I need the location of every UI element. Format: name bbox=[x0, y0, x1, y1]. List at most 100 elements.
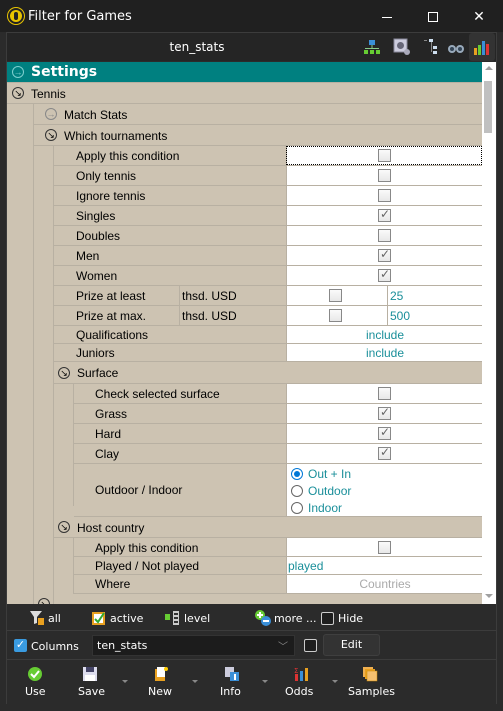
new-document-icon bbox=[155, 667, 168, 681]
maximize-button[interactable] bbox=[410, 0, 456, 32]
group-surface[interactable]: ↘ Surface bbox=[54, 362, 482, 384]
minimize-button[interactable] bbox=[364, 0, 410, 32]
row-played: Played / Not played played bbox=[74, 557, 482, 575]
row-outdoor-indoor: Outdoor / Indoor Out + In Outdoor Indoor bbox=[74, 464, 482, 517]
info-button[interactable]: Info bbox=[217, 661, 247, 704]
odds-button[interactable]: Σ Odds bbox=[285, 661, 319, 704]
row-hard: Hard bbox=[74, 424, 482, 444]
doubles-checkbox[interactable] bbox=[378, 229, 391, 242]
value-cell bbox=[286, 166, 482, 185]
juniors-select[interactable]: include bbox=[286, 344, 482, 361]
row-label: Clay bbox=[95, 447, 120, 461]
columns-option-checkbox[interactable] bbox=[304, 639, 317, 652]
check-selected-surface-checkbox[interactable] bbox=[378, 387, 391, 400]
use-button[interactable]: Use bbox=[21, 661, 51, 704]
value-cell bbox=[286, 538, 482, 556]
prize-at-least-input[interactable]: 25 bbox=[387, 286, 482, 305]
played-select[interactable]: played bbox=[286, 557, 482, 574]
countries-button[interactable]: Countries bbox=[286, 575, 482, 593]
group-host-country[interactable]: ↘ Host country bbox=[54, 517, 482, 538]
radio-outdoor[interactable] bbox=[291, 485, 303, 497]
indent-gutter bbox=[54, 384, 74, 506]
group-tennis[interactable]: ↘ Tennis bbox=[7, 83, 482, 104]
expand-icon: → bbox=[45, 108, 57, 120]
group-partial[interactable]: ↘ bbox=[34, 594, 482, 604]
hide-checkbox[interactable] bbox=[321, 612, 334, 625]
odds-chart-icon: Σ bbox=[294, 667, 308, 681]
row-qualifications: Qualifications include bbox=[54, 326, 482, 344]
columns-dropdown[interactable]: ten_stats ﹀ bbox=[92, 635, 295, 656]
apply-condition-checkbox[interactable] bbox=[378, 149, 391, 162]
group-which-tournaments[interactable]: ↘ Which tournaments bbox=[34, 125, 482, 146]
collapse-icon: ↘ bbox=[58, 521, 70, 533]
only-tennis-checkbox[interactable] bbox=[378, 169, 391, 182]
chevron-down-icon: ﹀ bbox=[278, 642, 288, 653]
app-logo-icon bbox=[8, 8, 24, 24]
odds-dropdown-icon[interactable] bbox=[332, 680, 338, 683]
qualifications-select[interactable]: include bbox=[286, 326, 482, 343]
info-dropdown-icon[interactable] bbox=[262, 680, 268, 683]
edit-button[interactable]: Edit bbox=[323, 634, 380, 656]
settings-panel-icon[interactable] bbox=[393, 38, 411, 56]
ignore-tennis-checkbox[interactable] bbox=[378, 189, 391, 202]
network-icon[interactable] bbox=[363, 38, 381, 56]
value-cell bbox=[286, 246, 482, 265]
button-label: active bbox=[110, 612, 144, 625]
prize-at-least-checkbox[interactable] bbox=[329, 289, 342, 302]
row-label: Outdoor / Indoor bbox=[95, 483, 183, 497]
radio-out-in[interactable] bbox=[291, 468, 303, 480]
svg-text:Σ: Σ bbox=[294, 667, 298, 675]
new-button[interactable]: New bbox=[145, 661, 177, 704]
grass-checkbox[interactable] bbox=[378, 405, 391, 420]
row-label: Qualifications bbox=[76, 328, 149, 342]
group-label: Match Stats bbox=[64, 108, 128, 122]
scroll-up-icon[interactable] bbox=[485, 66, 493, 70]
scroll-down-icon[interactable] bbox=[485, 594, 493, 598]
samples-button[interactable]: Samples bbox=[348, 661, 395, 704]
save-dropdown-icon[interactable] bbox=[122, 680, 128, 683]
columns-label: Columns bbox=[31, 640, 79, 653]
prize-at-max-input[interactable]: 500 bbox=[387, 306, 482, 325]
singles-checkbox[interactable] bbox=[378, 207, 391, 222]
floppy-disk-icon bbox=[83, 667, 97, 681]
title-bar: Filter for Games ✕ bbox=[0, 0, 503, 32]
row-where: Where Countries bbox=[74, 575, 482, 594]
value-cell bbox=[286, 404, 482, 423]
value-cell bbox=[286, 306, 387, 325]
scroll-thumb[interactable] bbox=[484, 81, 492, 133]
row-label: Hard bbox=[95, 427, 122, 441]
button-label: New bbox=[148, 685, 172, 698]
filter-panel: ten_stats → Settings ↘ Tennis → Match St… bbox=[6, 32, 497, 704]
vertical-scrollbar[interactable] bbox=[482, 62, 496, 604]
maximize-icon bbox=[428, 12, 438, 23]
radio-label: Out + In bbox=[308, 467, 352, 481]
clay-checkbox[interactable] bbox=[378, 445, 391, 460]
prize-at-max-checkbox[interactable] bbox=[329, 309, 342, 322]
host-apply-checkbox[interactable] bbox=[378, 541, 391, 554]
save-button[interactable]: Save bbox=[75, 661, 105, 704]
tree-icon[interactable] bbox=[423, 38, 441, 56]
section-settings[interactable]: → Settings bbox=[7, 62, 482, 83]
indent-gutter bbox=[34, 146, 54, 604]
row-label: Grass bbox=[95, 407, 128, 421]
binoculars-icon[interactable] bbox=[447, 38, 465, 56]
prize-value: 25 bbox=[390, 289, 404, 303]
group-label: Which tournaments bbox=[64, 129, 168, 143]
indent-gutter bbox=[54, 538, 74, 594]
men-checkbox[interactable] bbox=[378, 247, 391, 262]
close-button[interactable]: ✕ bbox=[456, 0, 502, 32]
group-match-stats[interactable]: → Match Stats bbox=[34, 104, 482, 125]
women-checkbox[interactable] bbox=[378, 267, 391, 282]
columns-checkbox[interactable]: ✓ bbox=[14, 639, 27, 652]
row-clay: Clay bbox=[74, 444, 482, 464]
group-label: Tennis bbox=[31, 87, 66, 101]
row-apply-condition: Apply this condition bbox=[54, 146, 482, 166]
chart-view-button[interactable] bbox=[469, 33, 495, 61]
row-grass: Grass bbox=[74, 404, 482, 424]
new-dropdown-icon[interactable] bbox=[192, 680, 198, 683]
button-label: Samples bbox=[348, 685, 395, 698]
row-women: Women bbox=[54, 266, 482, 286]
radio-indoor[interactable] bbox=[291, 502, 303, 514]
row-host-apply: Apply this condition bbox=[74, 538, 482, 557]
hard-checkbox[interactable] bbox=[378, 425, 391, 440]
